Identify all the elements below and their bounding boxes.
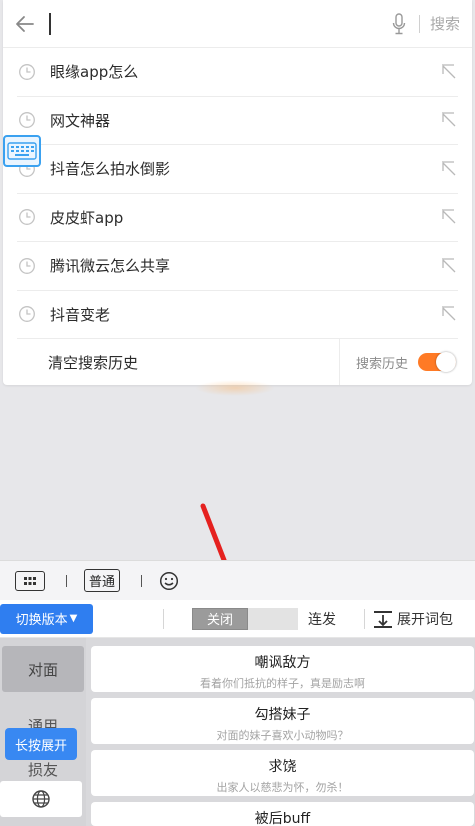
clock-icon: [19, 257, 35, 274]
search-history-list: 眼缘app怎么 网文神器 抖音怎么拍水倒影 皮皮虾app 腾讯微云怎么共享 抖音…: [3, 48, 472, 339]
floating-keyboard-button[interactable]: [3, 135, 41, 167]
fill-arrow-icon[interactable]: [440, 306, 456, 322]
keyboard-grid-button[interactable]: [15, 570, 45, 591]
phrase-title: 勾搭妹子: [254, 707, 311, 723]
voice-search-button[interactable]: [385, 0, 413, 48]
search-bar: 搜索: [3, 0, 472, 48]
keyboard-toolbar: 普通: [0, 560, 475, 600]
clock-icon: [19, 112, 35, 129]
phrase-title: 被后buff: [254, 811, 311, 826]
arrow-left-icon: [16, 15, 34, 32]
mode-button[interactable]: 普通: [84, 569, 121, 592]
long-press-tooltip: 长按展开: [5, 728, 77, 760]
history-item-text: 网文神器: [50, 111, 111, 130]
history-item[interactable]: 眼缘app怎么: [17, 48, 458, 97]
phrase-card[interactable]: 求饶 出家人以慈悲为怀，勿杀！: [91, 750, 474, 796]
phrase-subtitle: 出家人以慈悲为怀，勿杀！: [216, 781, 349, 794]
switch-version-label: 切换版本: [15, 613, 68, 628]
grid-icon: [24, 576, 36, 585]
toolbar-separator: [364, 608, 365, 629]
phrase-subtitle: 看着你们抵抗的样子，真是励志啊: [200, 677, 365, 690]
repeat-send-label: 连发: [308, 611, 336, 628]
fill-arrow-icon[interactable]: [440, 209, 456, 225]
history-item-text: 眼缘app怎么: [50, 63, 139, 82]
fill-arrow-icon[interactable]: [440, 161, 456, 177]
switch-version-button[interactable]: 切换版本 ▼: [0, 603, 93, 634]
history-toggle-label: 搜索历史: [355, 356, 408, 372]
language-button[interactable]: [0, 781, 82, 817]
history-item-text: 皮皮虾app: [50, 208, 124, 227]
history-item[interactable]: 抖音怎么拍水倒影: [17, 145, 458, 194]
phrase-keyboard: 对面 通用 损友 长按展开 嘲讽敌方 看着你们抵抗的样子，真是励志啊 勾搭妹子 …: [0, 638, 475, 826]
close-toggle-label: 关闭: [192, 607, 248, 630]
close-toggle-track: [248, 607, 298, 630]
clear-history-button[interactable]: 清空搜索历史: [3, 352, 339, 373]
phrase-card[interactable]: 勾搭妹子 对面的妹子喜欢小动物吗？: [91, 698, 474, 744]
fill-arrow-icon[interactable]: [440, 258, 456, 274]
fill-arrow-icon[interactable]: [440, 64, 456, 80]
history-item[interactable]: 网文神器: [17, 97, 458, 145]
microphone-icon: [392, 12, 406, 34]
history-item-text: 抖音怎么拍水倒影: [50, 160, 171, 179]
search-panel: 搜索 眼缘app怎么 网文神器 抖音怎么拍水倒影 皮皮虾app 腾讯微云怎么共享: [3, 0, 472, 385]
globe-icon: [32, 790, 50, 808]
phrase-subtitle: 对面的妹子喜欢小动物吗？: [216, 729, 349, 742]
keyboard-icon: [7, 142, 37, 160]
phrase-title: 嘲讽敌方: [254, 655, 311, 671]
history-item[interactable]: 腾讯微云怎么共享: [17, 242, 458, 291]
toolbar-separator: [66, 574, 67, 587]
history-item-text: 抖音变老: [50, 305, 111, 324]
phrase-toolbar: 切换版本 ▼ 关闭 连发 展开词包: [0, 600, 475, 638]
toolbar-separator: [163, 608, 164, 629]
emoji-icon[interactable]: [159, 571, 179, 591]
clock-icon: [19, 209, 35, 226]
history-item-text: 腾讯微云怎么共享: [50, 257, 171, 276]
toggle-knob: [436, 352, 456, 372]
expand-words-label: 展开词包: [397, 611, 453, 628]
search-bar-divider: [418, 14, 420, 33]
triangle-down-icon: ▼: [69, 613, 78, 624]
footer-divider: [338, 339, 340, 385]
clock-icon: [19, 63, 35, 80]
phrase-card[interactable]: 嘲讽敌方 看着你们抵抗的样子，真是励志啊: [91, 646, 474, 692]
search-input-caret[interactable]: [49, 12, 51, 35]
category-item-active[interactable]: 对面: [2, 646, 84, 692]
expand-words-button[interactable]: 展开词包: [373, 609, 453, 629]
background-glow: [195, 380, 275, 396]
category-column: 对面 通用 损友 长按展开: [0, 638, 86, 826]
history-footer: 清空搜索历史 搜索历史: [3, 339, 472, 385]
search-button[interactable]: 搜索: [430, 13, 460, 34]
expand-icon: [374, 610, 392, 628]
clock-icon: [19, 306, 35, 323]
toolbar-separator: [141, 574, 143, 587]
phrase-card[interactable]: 被后buff: [91, 802, 474, 826]
history-item[interactable]: 抖音变老: [17, 291, 458, 339]
phrase-title: 求饶: [268, 759, 297, 775]
close-toggle[interactable]: 关闭: [192, 607, 298, 630]
search-history-toggle[interactable]: [418, 352, 456, 372]
back-button[interactable]: [3, 0, 47, 48]
fill-arrow-icon[interactable]: [440, 112, 456, 128]
history-item[interactable]: 皮皮虾app: [17, 194, 458, 242]
